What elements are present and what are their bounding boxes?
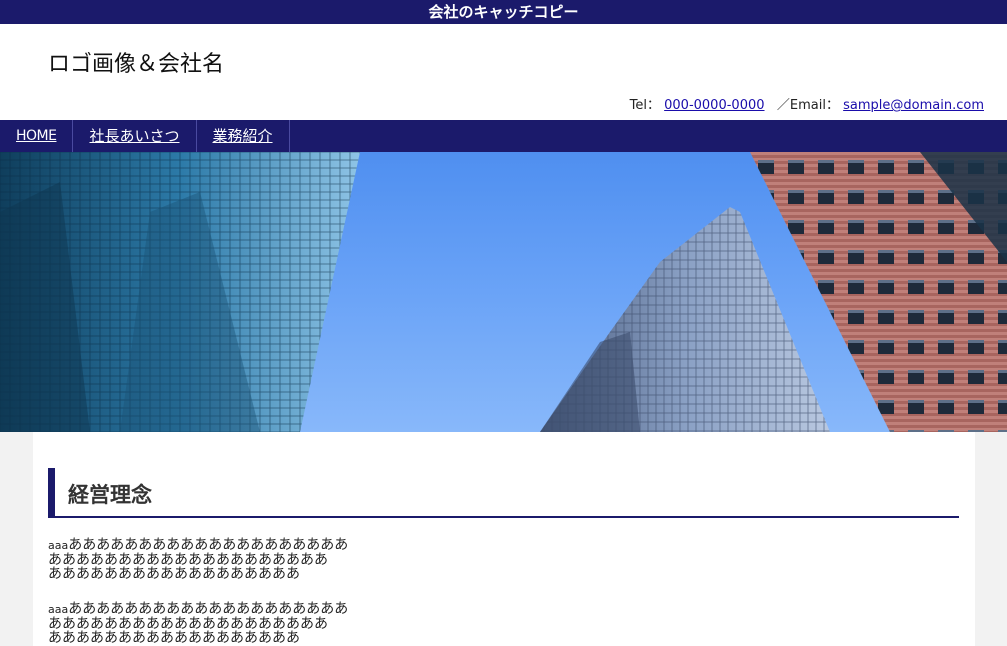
para-2-line-3: ああああああああああああああああああ [48,630,300,646]
nav-home[interactable]: HOME [0,120,74,152]
para-1-line-3: ああああああああああああああああああ [48,566,300,582]
office-buildings-photo [0,152,1007,432]
hero-banner-image [0,152,1007,432]
nav-services[interactable]: 業務紹介 [197,120,290,152]
para-1-prefix: aaa [48,539,69,552]
logo-company-name[interactable]: ロゴ画像＆会社名 [48,46,224,78]
main-nav: HOME 社長あいさつ 業務紹介 [0,120,1007,152]
catchphrase-text: 会社のキャッチコピー [428,3,579,21]
para-2-line-2: ああああああああああああああああああああ [48,616,328,632]
paragraph-1: aaaああああああああああああああああああああ ああああああああああああああああ… [48,538,348,581]
site-header: ロゴ画像＆会社名 Tel： 000-0000-0000 ／Email： samp… [0,24,1007,120]
paragraph-2: aaaああああああああああああああああああああ ああああああああああああああああ… [48,602,348,645]
nav-ceo-greeting[interactable]: 社長あいさつ [73,120,197,152]
para-2-prefix: aaa [48,603,69,616]
top-catchphrase-bar: 会社のキャッチコピー [0,0,1007,24]
tel-label: Tel： [629,98,660,113]
contact-info: Tel： 000-0000-0000 ／Email： sample@domain… [630,94,984,113]
email-label: ／Email： [776,98,839,113]
tel-link[interactable]: 000-0000-0000 [664,98,764,113]
main-content: 経営理念 aaaああああああああああああああああああああ あああああああああああ… [33,432,975,646]
email-link[interactable]: sample@domain.com [843,98,984,113]
para-1-line-2: ああああああああああああああああああああ [48,552,328,568]
para-2-line-1: ああああああああああああああああああああ [68,601,349,617]
section-heading: 経営理念 [48,468,959,518]
para-1-line-1: ああああああああああああああああああああ [68,537,349,553]
section-title: 経営理念 [68,483,152,507]
